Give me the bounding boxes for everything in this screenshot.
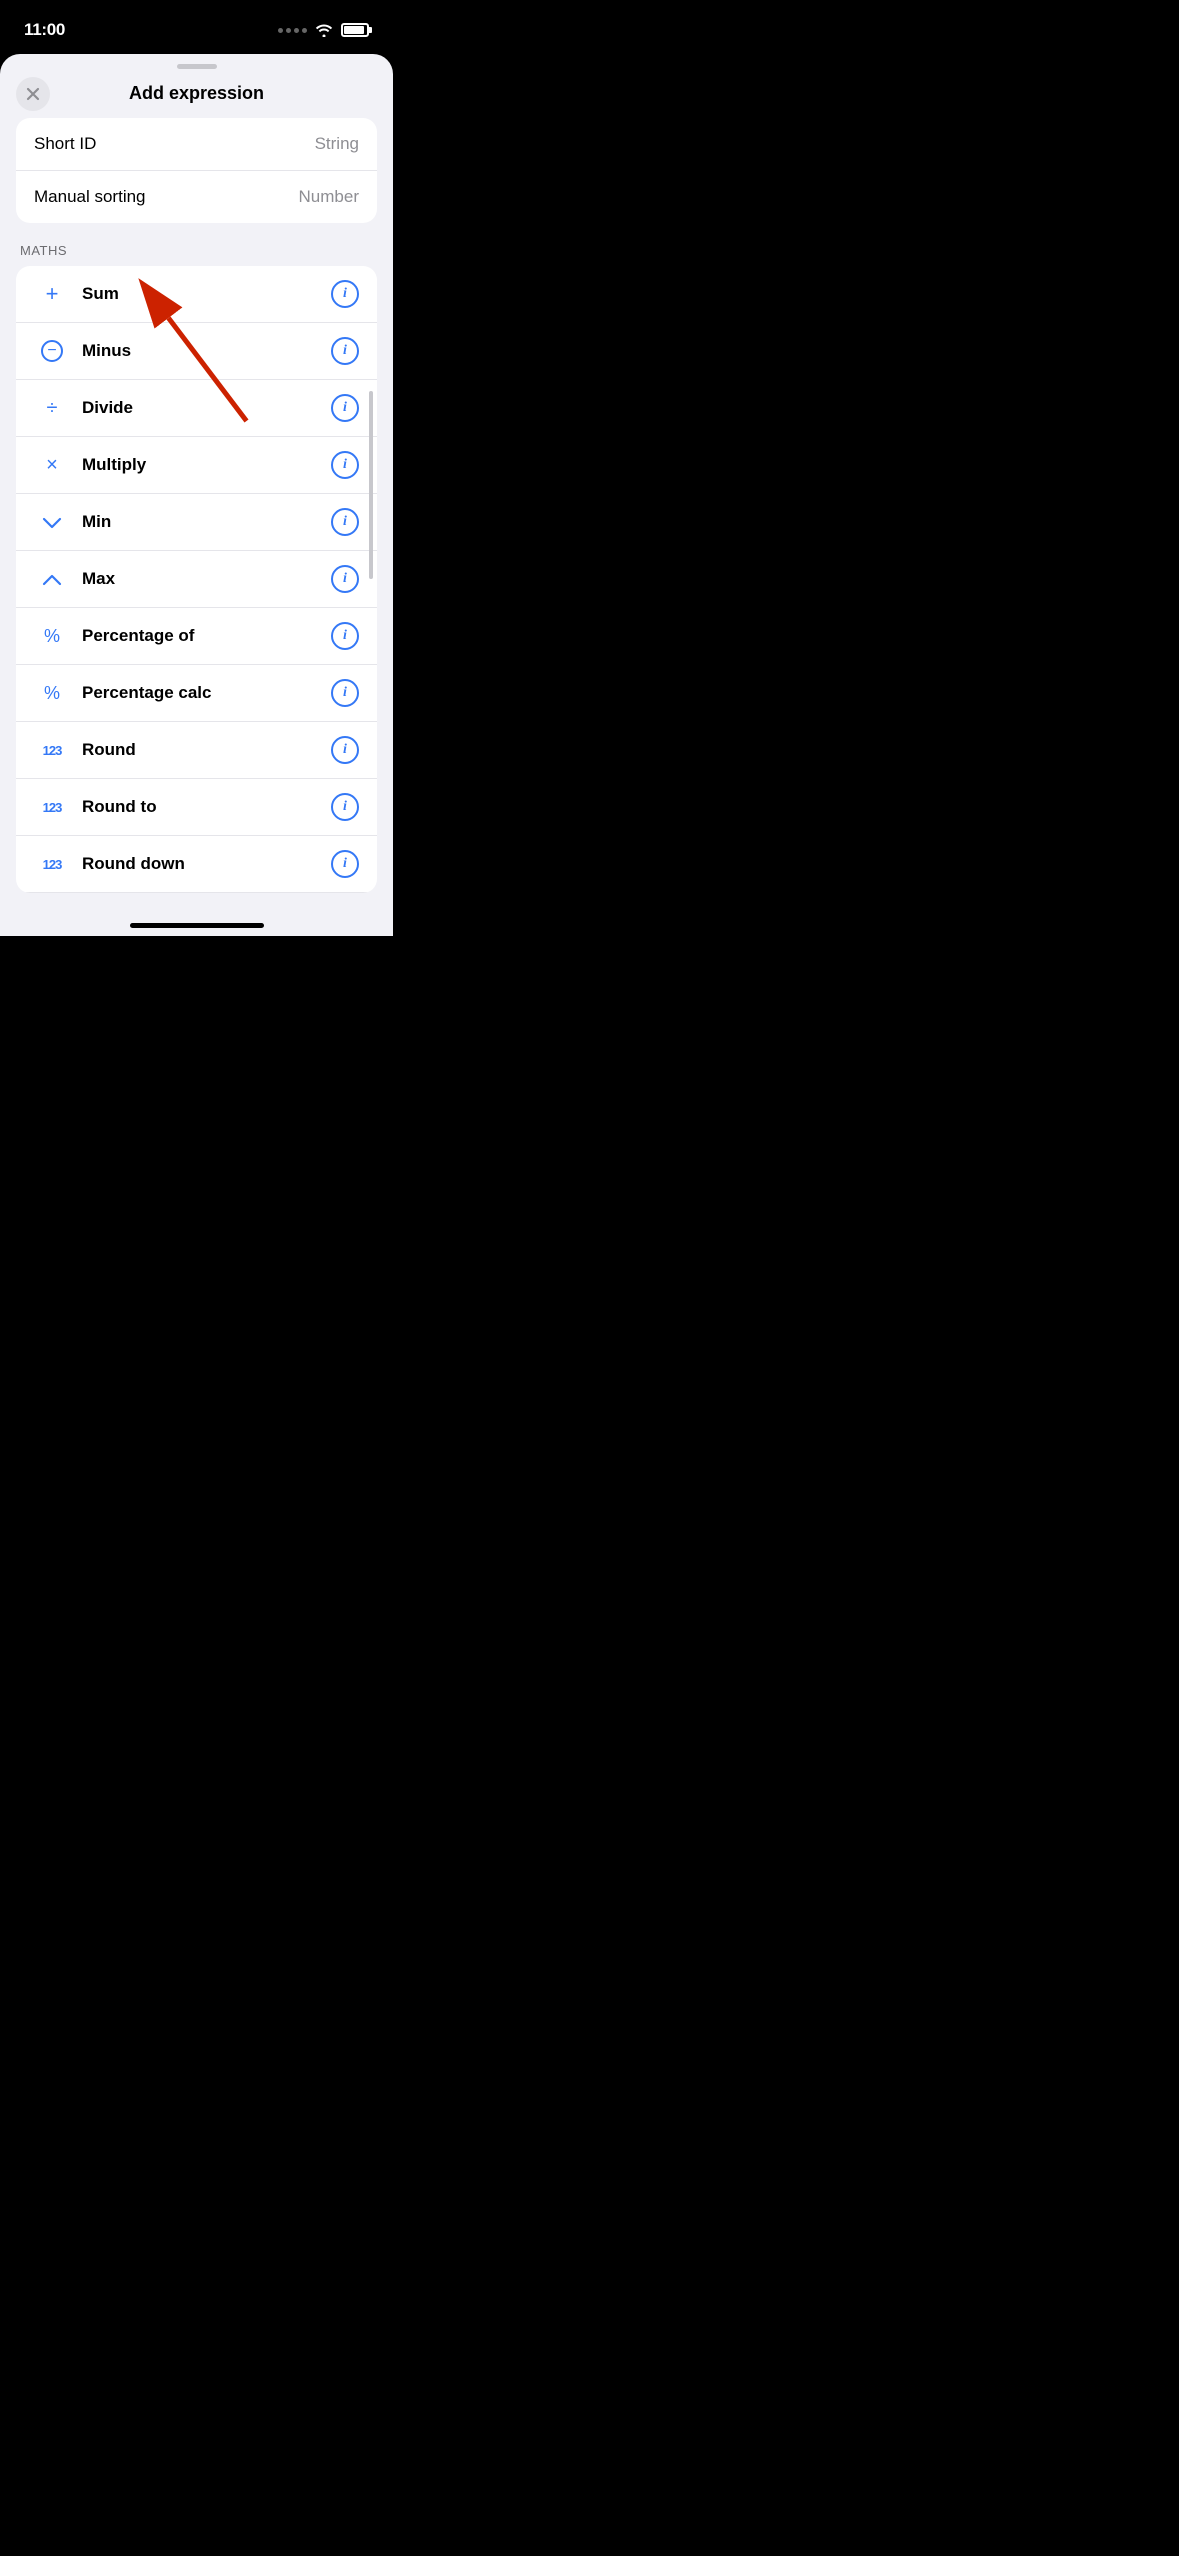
battery-icon bbox=[341, 23, 369, 37]
sheet-header: Add expression bbox=[0, 75, 393, 118]
handle-bar bbox=[177, 64, 217, 69]
multiply-info-button[interactable]: i bbox=[331, 451, 359, 479]
sheet-title: Add expression bbox=[129, 83, 264, 104]
percentage-calc-info-button[interactable]: i bbox=[331, 679, 359, 707]
round-to-icon: 123 bbox=[34, 800, 70, 815]
round-info-button[interactable]: i bbox=[331, 736, 359, 764]
divide-info-button[interactable]: i bbox=[331, 394, 359, 422]
sum-info-button[interactable]: i bbox=[331, 280, 359, 308]
percentage-of-info-button[interactable]: i bbox=[331, 622, 359, 650]
close-button[interactable] bbox=[16, 77, 50, 111]
maths-section-header: MATHS bbox=[20, 243, 377, 258]
sheet: Add expression Short ID String Manual so… bbox=[0, 54, 393, 936]
round-item[interactable]: 123 Round i bbox=[16, 722, 377, 779]
short-id-type: String bbox=[315, 134, 359, 154]
sum-item[interactable]: + Sum i bbox=[16, 266, 377, 323]
status-time: 11:00 bbox=[24, 20, 65, 40]
sheet-handle bbox=[0, 54, 393, 75]
max-icon bbox=[34, 572, 70, 586]
home-indicator bbox=[0, 913, 393, 936]
minus-label: Minus bbox=[82, 341, 331, 361]
multiply-item[interactable]: × Multiply i bbox=[16, 437, 377, 494]
round-icon: 123 bbox=[34, 743, 70, 758]
min-item[interactable]: Min i bbox=[16, 494, 377, 551]
percentage-calc-icon: % bbox=[34, 683, 70, 704]
wifi-icon bbox=[315, 23, 333, 37]
round-down-info-button[interactable]: i bbox=[331, 850, 359, 878]
sum-label: Sum bbox=[82, 284, 331, 304]
status-icons bbox=[278, 23, 369, 37]
minus-icon: − bbox=[34, 340, 70, 362]
divide-item[interactable]: ÷ Divide i bbox=[16, 380, 377, 437]
maths-list-card: + Sum i − Minus i ÷ Divide i × Mul bbox=[16, 266, 377, 893]
min-info-button[interactable]: i bbox=[331, 508, 359, 536]
percentage-of-item[interactable]: % Percentage of i bbox=[16, 608, 377, 665]
minus-circle-icon: − bbox=[41, 340, 63, 362]
min-icon bbox=[34, 515, 70, 529]
manual-sorting-type: Number bbox=[299, 187, 359, 207]
sum-icon: + bbox=[34, 281, 70, 307]
home-bar bbox=[130, 923, 264, 928]
percentage-of-icon: % bbox=[34, 626, 70, 647]
multiply-icon: × bbox=[34, 454, 70, 477]
short-id-label: Short ID bbox=[34, 134, 96, 154]
percentage-of-label: Percentage of bbox=[82, 626, 331, 646]
status-bar: 11:00 bbox=[0, 0, 393, 54]
round-to-item[interactable]: 123 Round to i bbox=[16, 779, 377, 836]
round-to-label: Round to bbox=[82, 797, 331, 817]
round-label: Round bbox=[82, 740, 331, 760]
max-item[interactable]: Max i bbox=[16, 551, 377, 608]
fields-card: Short ID String Manual sorting Number bbox=[16, 118, 377, 223]
max-label: Max bbox=[82, 569, 331, 589]
round-down-label: Round down bbox=[82, 854, 331, 874]
round-down-item[interactable]: 123 Round down i bbox=[16, 836, 377, 893]
round-to-info-button[interactable]: i bbox=[331, 793, 359, 821]
minus-info-button[interactable]: i bbox=[331, 337, 359, 365]
scrollbar[interactable] bbox=[369, 391, 373, 579]
signal-icon bbox=[278, 28, 307, 33]
manual-sorting-row[interactable]: Manual sorting Number bbox=[16, 171, 377, 223]
sheet-content: Short ID String Manual sorting Number MA… bbox=[0, 118, 393, 893]
divide-icon: ÷ bbox=[34, 397, 70, 420]
manual-sorting-label: Manual sorting bbox=[34, 187, 146, 207]
percentage-calc-item[interactable]: % Percentage calc i bbox=[16, 665, 377, 722]
divide-label: Divide bbox=[82, 398, 331, 418]
minus-item[interactable]: − Minus i bbox=[16, 323, 377, 380]
percentage-calc-label: Percentage calc bbox=[82, 683, 331, 703]
round-down-icon: 123 bbox=[34, 857, 70, 872]
max-info-button[interactable]: i bbox=[331, 565, 359, 593]
short-id-row[interactable]: Short ID String bbox=[16, 118, 377, 171]
multiply-label: Multiply bbox=[82, 455, 331, 475]
min-label: Min bbox=[82, 512, 331, 532]
